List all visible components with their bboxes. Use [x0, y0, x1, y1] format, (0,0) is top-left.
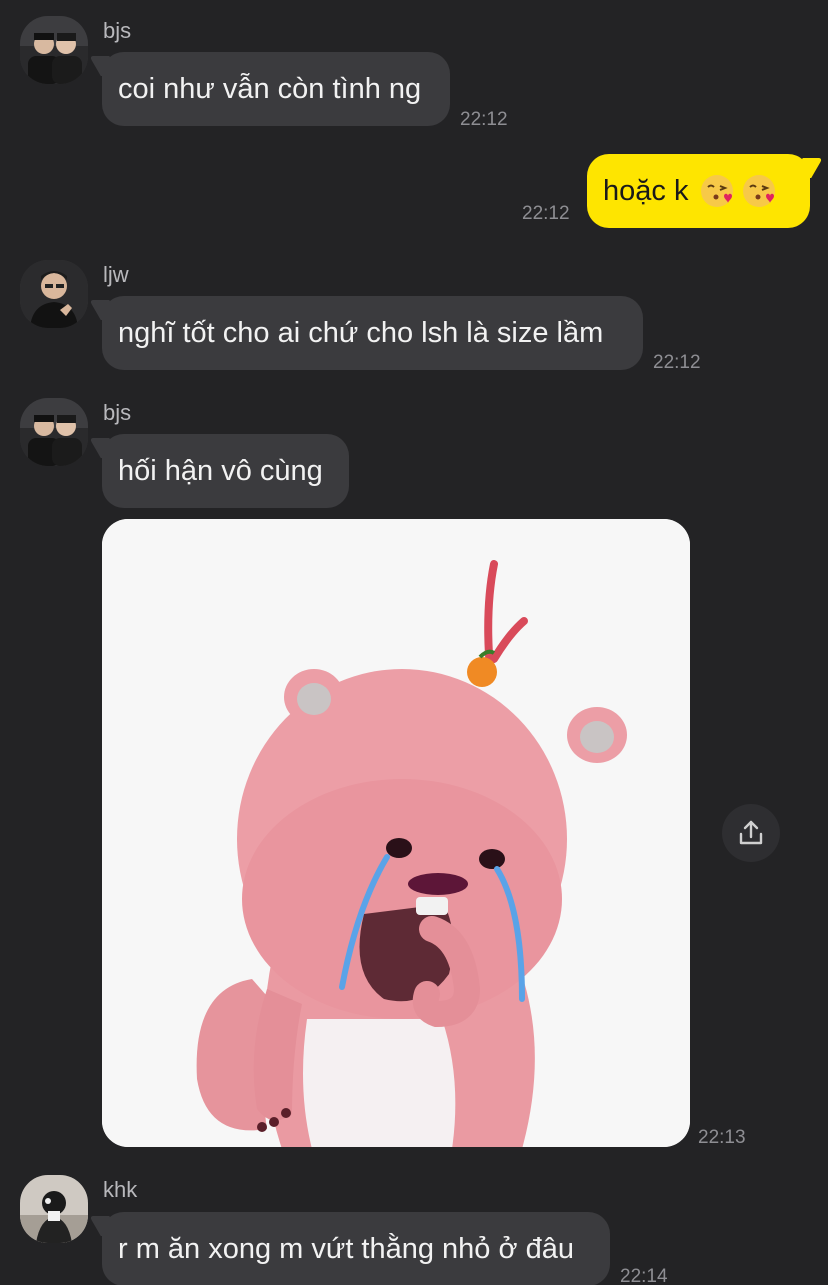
kissing-heart-emoji	[743, 175, 776, 207]
share-button[interactable]	[722, 804, 780, 862]
sender-name: bjs	[103, 18, 132, 43]
sender-name: ljw	[103, 262, 129, 287]
avatar-ljw[interactable]	[20, 260, 88, 328]
message-timestamp: 22:12	[653, 352, 701, 373]
sender-name: bjs	[103, 400, 132, 425]
avatar-khk[interactable]	[20, 1175, 88, 1243]
crying-pink-beaver-sticker	[102, 519, 690, 1147]
message-text: hối hận vô cùng	[118, 454, 323, 487]
message-timestamp: 22:12	[460, 109, 508, 130]
message-timestamp: 22:12	[522, 203, 570, 224]
avatar-bjs[interactable]	[20, 398, 88, 466]
message-text: hoặc k	[603, 174, 689, 207]
message-bubble[interactable]: coi như vẫn còn tình ng	[102, 52, 450, 126]
message-text: coi như vẫn còn tình ng	[118, 72, 422, 105]
message-bubble[interactable]: hối hận vô cùng	[102, 434, 349, 508]
message-text: r m ăn xong m vứt thằng nhỏ ở đâu	[118, 1232, 574, 1265]
sender-name: khk	[103, 1177, 138, 1202]
message-text: nghĩ tốt cho ai chứ cho lsh là size lầm	[118, 316, 604, 349]
my-message-bubble[interactable]: hoặc k	[587, 154, 810, 228]
message-bubble[interactable]: nghĩ tốt cho ai chứ cho lsh là size lầm	[102, 296, 643, 370]
share-icon	[739, 820, 763, 845]
message-bubble[interactable]: r m ăn xong m vứt thằng nhỏ ở đâu	[102, 1212, 610, 1285]
avatar-bjs[interactable]	[20, 16, 88, 84]
kissing-heart-emoji	[701, 175, 734, 207]
message-timestamp: 22:14	[620, 1266, 668, 1285]
message-timestamp: 22:13	[698, 1127, 746, 1148]
sticker-image[interactable]	[102, 519, 690, 1147]
